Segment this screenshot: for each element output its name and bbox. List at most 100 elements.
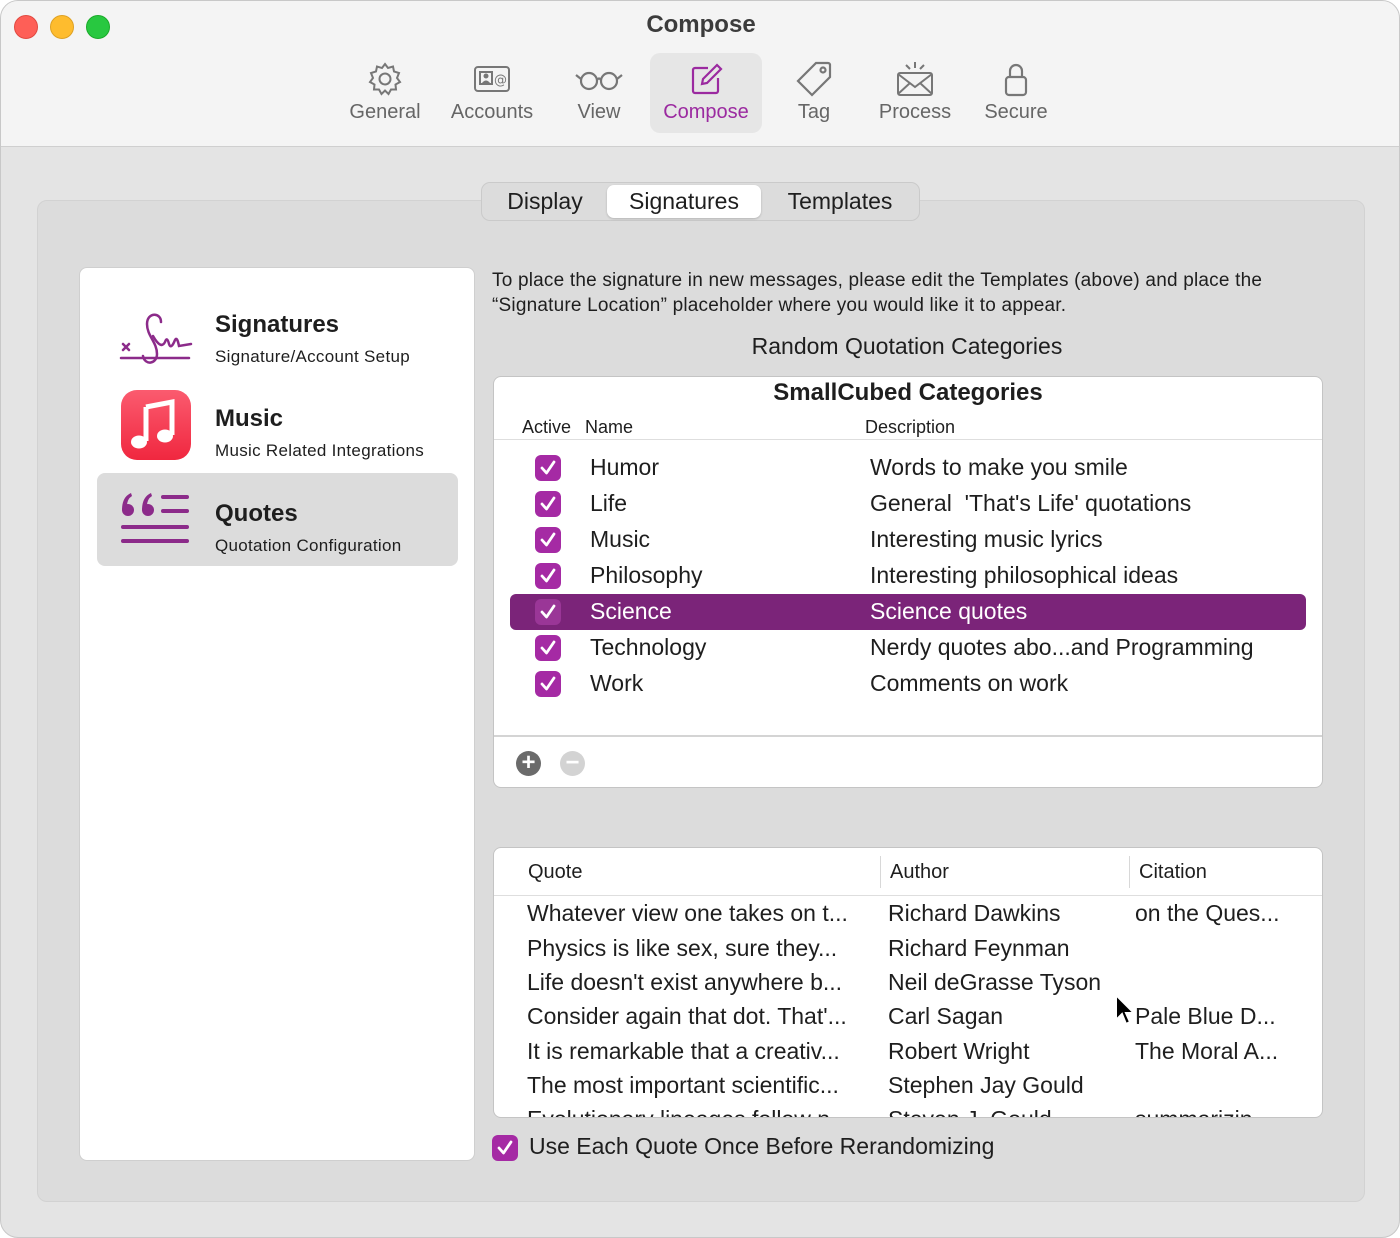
category-name: Philosophy — [590, 562, 703, 588]
minus-icon: − — [565, 749, 580, 776]
sidebar-item-title: Signatures — [215, 311, 340, 338]
tag-icon — [796, 61, 832, 97]
category-name: Work — [590, 670, 644, 696]
toolbar-view-label: View — [577, 101, 621, 123]
toolbar-tag[interactable]: Tag — [779, 53, 849, 133]
active-checkbox[interactable] — [535, 455, 561, 481]
toolbar-tag-label: Tag — [797, 101, 831, 123]
tab-signatures[interactable]: Signatures — [607, 185, 761, 218]
table-row[interactable]: Life General 'That's Life' quotations — [510, 486, 1306, 522]
toolbar-secure[interactable]: Secure — [975, 53, 1057, 133]
sidebar-item-music[interactable]: Music Music Related Integrations — [97, 378, 458, 471]
quote-text: Life doesn't exist anywhere b... — [527, 969, 843, 995]
active-checkbox[interactable] — [535, 491, 561, 517]
header-divider — [494, 439, 1322, 440]
toolbar-process[interactable]: Process — [867, 53, 963, 133]
info-text: To place the signature in new messages, … — [492, 270, 1263, 316]
signature-icon — [119, 313, 193, 364]
category-description: General 'That's Life' quotations — [870, 490, 1192, 516]
quote-citation: summarizin... — [1135, 1106, 1272, 1117]
envelope-sparkle-icon — [897, 62, 933, 96]
header-divider — [494, 895, 1322, 896]
quote-citation: The Moral A... — [1135, 1038, 1279, 1064]
quote-citation: on the Ques... — [1135, 900, 1280, 926]
quote-text: Evolutionary lineages follow n... — [527, 1106, 849, 1117]
column-header-author[interactable]: Author — [890, 861, 949, 884]
column-header-citation[interactable]: Citation — [1139, 861, 1207, 884]
quote-author: Robert Wright — [888, 1038, 1030, 1064]
table-footer-divider — [494, 735, 1322, 737]
quote-author: Neil deGrasse Tyson — [888, 969, 1102, 995]
column-header-name[interactable]: Name — [585, 417, 633, 438]
table-row[interactable]: Philosophy Interesting philosophical ide… — [510, 558, 1306, 594]
segmented-control: Display Signatures Templates — [481, 182, 920, 221]
use-each-quote-label[interactable]: Use Each Quote Once Before Rerandomizing — [529, 1133, 994, 1160]
plus-icon: + — [521, 749, 536, 776]
toolbar-compose[interactable]: Compose — [650, 53, 762, 133]
category-description: Nerdy quotes abo...and Programming — [870, 634, 1254, 660]
quote-citation: Pale Blue D... — [1135, 1003, 1276, 1029]
use-each-quote-checkbox[interactable] — [492, 1135, 518, 1161]
toolbar-general-label: General — [349, 101, 421, 123]
table-row[interactable]: The most important scientific... Stephen… — [494, 1070, 1322, 1104]
table-row[interactable]: Humor Words to make you smile — [510, 450, 1306, 486]
active-checkbox[interactable] — [535, 599, 561, 625]
tab-display[interactable]: Display — [485, 185, 605, 218]
quote-text: The most important scientific... — [527, 1072, 839, 1098]
table-row[interactable]: Technology Nerdy quotes abo...and Progra… — [510, 630, 1306, 666]
svg-text:@: @ — [494, 73, 507, 88]
sidebar-item-quotes[interactable]: Quotes Quotation Configuration — [97, 473, 458, 566]
active-checkbox[interactable] — [535, 563, 561, 589]
categories-table: SmallCubed Categories Active Name Descri… — [493, 376, 1323, 788]
table-row[interactable]: Life doesn't exist anywhere b... Neil de… — [494, 967, 1322, 1001]
category-name: Technology — [590, 634, 707, 660]
category-description: Interesting music lyrics — [870, 526, 1103, 552]
active-checkbox[interactable] — [535, 635, 561, 661]
table-row-selected[interactable]: Science Science quotes — [510, 594, 1306, 630]
column-header-description[interactable]: Description — [865, 417, 955, 438]
window-title: Compose — [646, 11, 756, 38]
quote-text: It is remarkable that a creativ... — [527, 1038, 840, 1064]
column-header-quote[interactable]: Quote — [528, 861, 582, 884]
toolbar-general[interactable]: General — [341, 53, 429, 133]
table-row[interactable]: Whatever view one takes on t... Richard … — [494, 898, 1322, 932]
quote-author: Steven J. Gould — [888, 1106, 1052, 1117]
toolbar-accounts[interactable]: @ Accounts — [443, 53, 541, 133]
category-description: Comments on work — [870, 670, 1069, 696]
column-header-active[interactable]: Active — [522, 417, 571, 438]
lock-icon — [1004, 63, 1028, 97]
table-row[interactable]: Consider again that dot. That'... Carl S… — [494, 1001, 1322, 1035]
toolbar-secure-label: Secure — [984, 101, 1048, 123]
tab-templates[interactable]: Templates — [763, 185, 917, 218]
sidebar: Signatures Signature/Account Setup Music… — [79, 267, 475, 1161]
active-checkbox[interactable] — [535, 671, 561, 697]
remove-category-button[interactable]: − — [560, 749, 585, 776]
sidebar-item-subtitle: Music Related Integrations — [215, 441, 425, 460]
toolbar-view[interactable]: View — [561, 53, 637, 133]
sidebar-item-title: Music — [215, 405, 284, 432]
category-description: Science quotes — [870, 598, 1028, 624]
table-row[interactable]: Physics is like sex, sure they... Richar… — [494, 933, 1322, 967]
music-note-icon — [121, 390, 191, 460]
active-checkbox[interactable] — [535, 527, 561, 553]
sidebar-item-subtitle: Quotation Configuration — [215, 536, 402, 555]
table-row[interactable]: Work Comments on work — [510, 666, 1306, 702]
toolbar-process-label: Process — [878, 101, 952, 123]
sidebar-item-signatures[interactable]: Signatures Signature/Account Setup — [97, 284, 458, 377]
section-title: Random Quotation Categories — [751, 333, 1063, 359]
quote-icon — [121, 493, 189, 543]
gear-icon — [368, 62, 402, 96]
table-row[interactable]: Music Interesting music lyrics — [510, 522, 1306, 558]
quote-author: Stephen Jay Gould — [888, 1072, 1084, 1098]
table-row[interactable]: It is remarkable that a creativ... Rober… — [494, 1036, 1322, 1070]
titlebar: Compose General @ Accounts View Compose … — [1, 1, 1399, 147]
add-category-button[interactable]: + — [516, 749, 541, 776]
table-row[interactable]: Evolutionary lineages follow n... Steven… — [494, 1104, 1322, 1117]
quote-author: Carl Sagan — [888, 1003, 1004, 1029]
toolbar-accounts-label: Accounts — [450, 101, 534, 123]
column-separator[interactable] — [880, 856, 881, 888]
column-separator[interactable] — [1129, 856, 1130, 888]
category-name: Humor — [590, 454, 660, 480]
quote-author: Richard Dawkins — [888, 900, 1061, 926]
sidebar-item-subtitle: Signature/Account Setup — [215, 347, 410, 366]
